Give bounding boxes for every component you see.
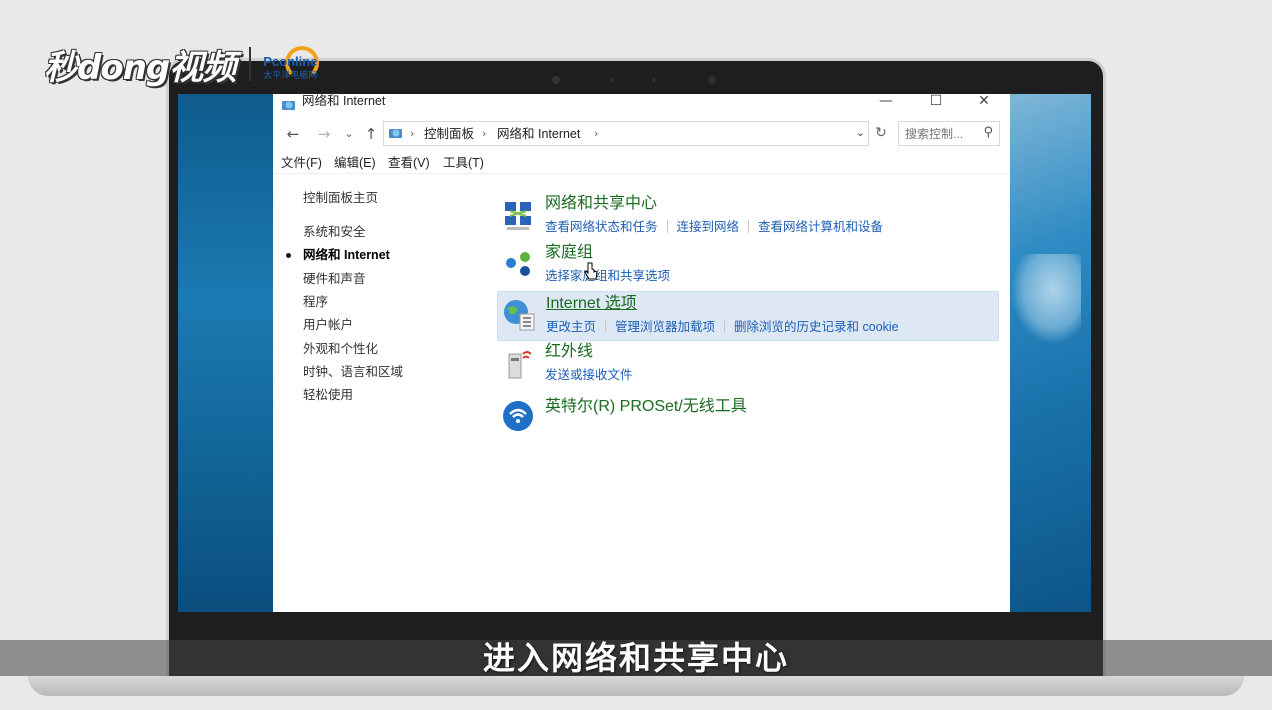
forward-button[interactable]: → [314,124,334,144]
title-bar: 网络和 Internet — ☐ ✕ [273,94,1010,118]
wave-splash [1011,254,1081,344]
search-box[interactable]: ⚲ [898,121,1000,146]
category-title[interactable]: 红外线 [545,342,593,362]
category-title[interactable]: 英特尔(R) PROSet/无线工具 [545,397,747,417]
link-divider [666,220,668,233]
sidebar-item-programs[interactable]: 程序 [303,294,328,310]
control-panel-home-link[interactable]: 控制面板主页 [303,190,378,206]
breadcrumb-control-panel[interactable]: 控制面板 [424,126,474,142]
category-intel-proset: 英特尔(R) PROSet/无线工具 [497,391,999,441]
change-homepage-link[interactable]: 更改主页 [546,320,596,334]
category-network-sharing: 网络和共享中心 查看网络状态和任务 连接到网络 查看网络计算机和设备 [497,192,999,242]
breadcrumb-network-internet[interactable]: 网络和 Internet [497,126,580,142]
wallpaper-right [1010,94,1091,612]
sidebar-item-user-accounts[interactable]: 用户帐户 [303,317,353,333]
partner-logo-subtext: 太平洋电脑网 [263,70,318,80]
wallpaper-left [178,94,273,612]
category-links: 发送或接收文件 [545,366,633,383]
send-receive-files-link[interactable]: 发送或接收文件 [545,368,633,382]
category-links: 更改主页 管理浏览器加载项 删除浏览的历史记录和 cookie [546,318,899,335]
link-divider [748,220,750,233]
sidebar-item-ease-of-access[interactable]: 轻松使用 [303,387,353,403]
partner-logo: Pconline 太平洋电脑网 [263,44,343,84]
manage-addons-link[interactable]: 管理浏览器加载项 [615,320,715,334]
link-divider [724,320,726,333]
camera-bar [540,76,730,86]
navigation-bar: ← → ⌄ ↑ › 控制面板 › 网络和 Internet › ⌄ ↻ ⚲ [273,120,1010,148]
wireless-icon [503,401,533,431]
refresh-button[interactable]: ↻ [871,123,891,143]
menu-tools[interactable]: 工具(T) [443,155,484,171]
breadcrumb-separator: › [482,127,487,140]
connect-to-network-link[interactable]: 连接到网络 [677,220,740,234]
minimize-button[interactable]: — [863,94,909,110]
active-indicator [286,253,291,258]
category-links: 查看网络状态和任务 连接到网络 查看网络计算机和设备 [545,218,883,235]
sidebar-item-network-internet[interactable]: 网络和 Internet [303,247,390,263]
camera-dot [652,78,656,82]
menu-view[interactable]: 查看(V) [388,155,430,171]
delete-history-link[interactable]: 删除浏览的历史记录和 cookie [734,320,899,334]
video-subtitle: 进入网络和共享中心 [482,639,789,677]
window-title: 网络和 Internet [302,94,386,108]
category-internet-options: Internet 选项 更改主页 管理浏览器加载项 删除浏览的历史记录和 cooki… [497,291,999,341]
category-title[interactable]: 网络和共享中心 [545,194,657,214]
close-button[interactable]: ✕ [961,94,1007,110]
watermark-brand: 秒dong视频 [44,47,236,88]
camera-dot [708,76,716,84]
homegroup-sharing-options-link[interactable]: 选择家庭组和共享选项 [545,269,670,283]
search-icon[interactable]: ⚲ [983,125,993,140]
menu-bar: 文件(F) 编辑(E) 查看(V) 工具(T) [273,152,1010,174]
network-sharing-icon [505,202,531,230]
sidebar-item-clock-language[interactable]: 时钟、语言和区域 [303,364,403,380]
view-network-computers-link[interactable]: 查看网络计算机和设备 [758,220,883,234]
partner-logo-text: Pconline [263,54,318,69]
back-button[interactable]: ← [283,124,303,144]
sidebar-item-system-security[interactable]: 系统和安全 [303,224,366,240]
view-network-status-link[interactable]: 查看网络状态和任务 [545,220,658,234]
category-homegroup: 家庭组 选择家庭组和共享选项 [497,241,999,291]
address-bar[interactable]: › 控制面板 › 网络和 Internet › ⌄ [383,121,869,146]
up-button[interactable]: ↑ [361,124,381,144]
category-infrared: 红外线 发送或接收文件 [497,340,999,390]
explorer-window: 网络和 Internet — ☐ ✕ ← → ⌄ ↑ › 控制面板 › 网络和 … [273,94,1010,612]
internet-options-icon [504,300,535,331]
menu-file[interactable]: 文件(F) [281,155,322,171]
camera-dot [610,78,614,82]
network-folder-icon [389,129,402,138]
category-links: 选择家庭组和共享选项 [545,267,670,284]
maximize-button[interactable]: ☐ [913,94,959,110]
watermark: 秒dong视频 Pconline 太平洋电脑网 [44,40,343,88]
link-divider [605,320,607,333]
category-title[interactable]: Internet 选项 [546,294,637,314]
sidebar-item-hardware-sound[interactable]: 硬件和声音 [303,271,366,287]
infrared-icon [508,351,532,379]
menu-edit[interactable]: 编辑(E) [334,155,376,171]
watermark-separator [249,47,252,81]
hand-cursor-icon [584,262,598,280]
network-folder-icon [282,101,295,110]
address-dropdown-icon[interactable]: ⌄ [856,126,865,139]
recent-locations-button[interactable]: ⌄ [339,124,359,144]
sidebar-item-appearance[interactable]: 外观和个性化 [303,341,378,357]
breadcrumb-separator: › [594,127,599,140]
camera-dot [552,76,560,84]
category-title[interactable]: 家庭组 [545,243,593,263]
search-input[interactable] [905,125,981,143]
homegroup-icon [506,252,530,276]
breadcrumb-separator: › [410,127,415,140]
